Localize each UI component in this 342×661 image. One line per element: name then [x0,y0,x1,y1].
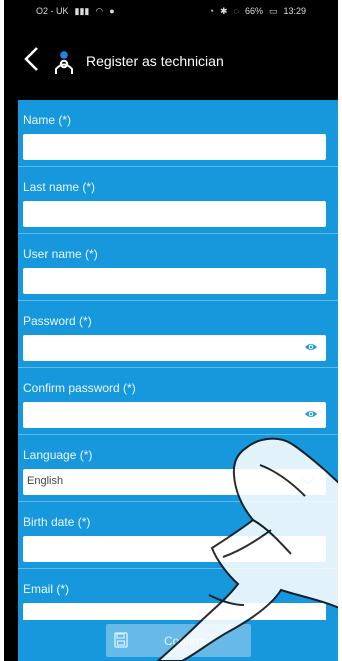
user-name-input[interactable] [23,268,326,294]
confirm-password-field-group: Confirm password (*) [18,368,338,435]
battery-icon: ▭ [268,5,278,16]
bluetooth-icon: ✱ [220,5,228,16]
app-screen: O2 - UK ▮▮▮ ◠ ● ◔ ✱ ◌ 66% ▭ 13:29 Regist… [4,0,338,661]
alarm-icon: ◔ [208,6,215,16]
top-app-bar: Register as technician [4,22,338,100]
name-field-group: Name (*) [18,100,338,167]
wifi-icon: ◠ [95,5,104,16]
status-bar: O2 - UK ▮▮▮ ◠ ● ◔ ✱ ◌ 66% ▭ 13:29 [4,0,338,22]
language-label: Language (*) [23,448,93,462]
mute-icon: ◌ [233,6,239,16]
password-input[interactable] [23,335,326,361]
eye-icon[interactable] [304,342,318,352]
status-left: O2 - UK ▮▮▮ ◠ ● [36,6,115,17]
messenger-icon: ● [109,6,115,16]
user-name-field-group: User name (*) [18,234,338,301]
password-field-group: Password (*) [18,301,338,368]
confirm-password-label: Confirm password (*) [23,381,136,395]
confirm-password-input[interactable] [23,402,326,428]
eye-icon[interactable] [304,409,318,419]
language-selected-value: English [27,475,64,487]
name-input[interactable] [23,134,326,160]
pointing-hand-overlay-icon [156,437,338,661]
battery-label: 66% [244,6,263,16]
last-name-input[interactable] [23,201,326,227]
technician-user-icon [55,51,73,74]
page-title: Register as technician [86,53,224,69]
name-label: Name (*) [23,113,72,127]
time-label: 13:29 [283,6,306,16]
password-label: Password (*) [23,314,92,328]
email-label: Email (*) [23,582,70,596]
save-icon [114,632,128,648]
last-name-field-group: Last name (*) [18,167,338,234]
user-name-label: User name (*) [23,247,98,261]
last-name-label: Last name (*) [23,180,96,194]
birth-date-label: Birth date (*) [23,515,91,529]
status-right: ◔ ✱ ◌ 66% ▭ 13:29 [209,6,306,17]
back-arrow-icon[interactable] [20,45,44,73]
carrier-label: O2 - UK [36,6,69,16]
signal-icon: ▮▮▮ [74,5,90,16]
